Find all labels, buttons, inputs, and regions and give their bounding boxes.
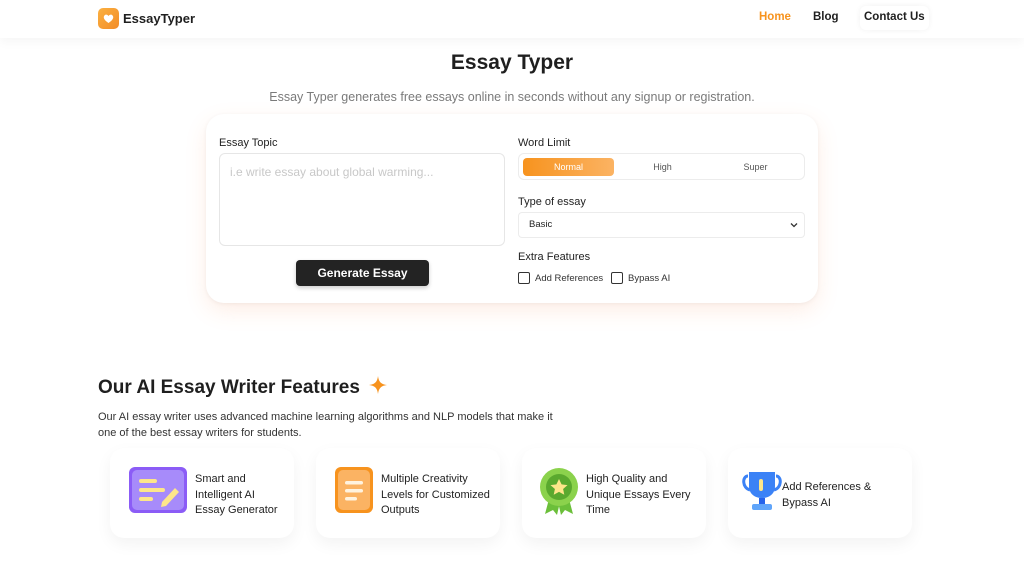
page-title: Essay Typer xyxy=(450,51,574,74)
notes-icon xyxy=(334,466,376,521)
essay-topic-label: Essay Topic xyxy=(219,137,278,149)
logo-text: EssayTyper xyxy=(123,11,196,26)
extra-features-label: Extra Features xyxy=(518,251,591,263)
word-limit-high-option[interactable]: High xyxy=(617,158,708,176)
feature-card: Smart and Intelligent AI Essay Generator xyxy=(110,448,294,538)
trophy-icon xyxy=(742,470,784,521)
add-references-label: Add References xyxy=(535,272,604,284)
word-limit-super-option[interactable]: Super xyxy=(710,158,801,176)
feature-card-text: High Quality and Unique Essays Every Tim… xyxy=(586,473,691,516)
bypass-ai-option[interactable]: Bypass AI xyxy=(611,272,670,284)
generate-essay-button[interactable]: Generate Essay xyxy=(296,260,429,286)
nav-blog-link[interactable]: Blog xyxy=(813,11,839,23)
feature-card-text: Add References & Bypass AI xyxy=(782,481,872,509)
bypass-ai-checkbox[interactable] xyxy=(611,272,623,284)
essay-type-label: Type of essay xyxy=(518,196,586,208)
quality-badge-icon xyxy=(540,466,582,521)
logo[interactable]: EssayTyper xyxy=(98,8,195,29)
feature-card: High Quality and Unique Essays Every Tim… xyxy=(522,448,706,538)
feature-card: Add References & Bypass AI xyxy=(728,448,912,538)
word-limit-normal-option[interactable]: Normal xyxy=(523,158,614,176)
essay-type-select[interactable]: Basic xyxy=(518,212,805,238)
word-limit-selector: Normal High Super xyxy=(518,153,805,180)
document-pen-icon xyxy=(128,466,190,521)
bypass-ai-label: Bypass AI xyxy=(628,272,671,284)
nav-home-link[interactable]: Home xyxy=(759,11,791,23)
features-title-text: Our AI Essay Writer Features xyxy=(98,377,360,398)
page-subtitle: Essay Typer generates free essays online… xyxy=(269,90,755,104)
add-references-option[interactable]: Add References xyxy=(518,272,603,284)
feature-card: Multiple Creativity Levels for Customize… xyxy=(316,448,500,538)
features-heading: Our AI Essay Writer Features xyxy=(98,375,388,401)
sparkle-icon xyxy=(368,375,388,401)
chevron-down-icon xyxy=(790,213,798,246)
essay-form-card: Essay Topic Generate Essay Word Limit No… xyxy=(206,114,818,303)
essay-topic-input[interactable] xyxy=(219,153,505,246)
features-description: Our AI essay writer uses advanced machin… xyxy=(98,411,553,439)
nav-contact-button[interactable]: Contact Us xyxy=(860,6,929,30)
essay-type-value: Basic xyxy=(529,219,553,230)
add-references-checkbox[interactable] xyxy=(518,272,530,284)
logo-icon xyxy=(98,8,119,29)
top-navbar: EssayTyper Home Blog Contact Us xyxy=(0,0,1024,38)
word-limit-label: Word Limit xyxy=(518,137,571,149)
feature-card-text: Multiple Creativity Levels for Customize… xyxy=(381,473,490,516)
feature-card-text: Smart and Intelligent AI Essay Generator xyxy=(195,473,278,516)
